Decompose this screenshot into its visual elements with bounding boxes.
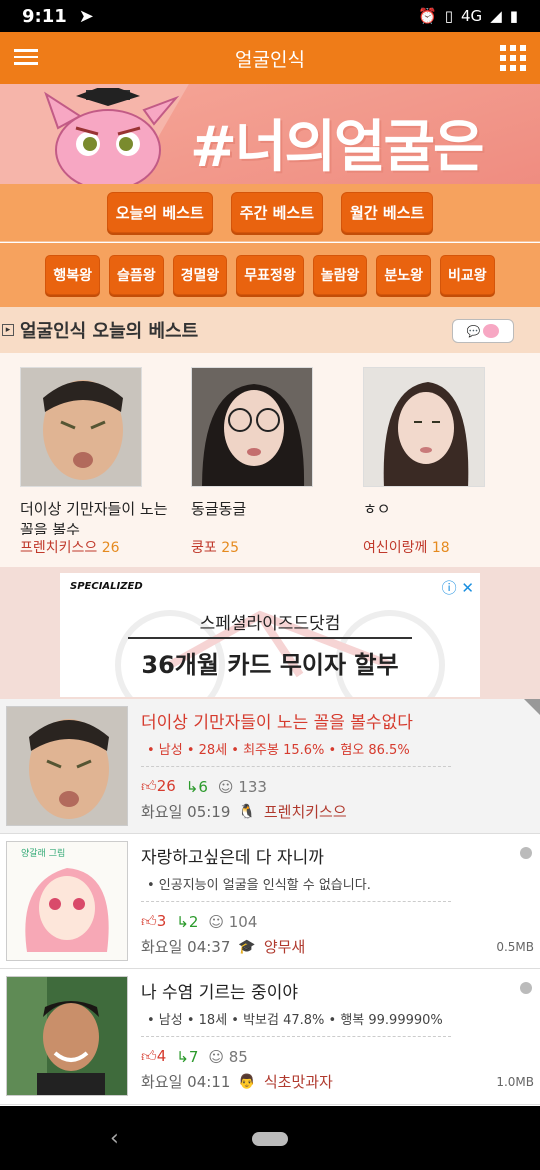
- speech-bubble-icon: 💬: [466, 324, 481, 338]
- send-icon: ➤: [78, 5, 94, 27]
- best-section-header: ▸ 얼굴인식 오늘의 베스트 💬: [0, 307, 540, 353]
- post-meta: 화요일 04:37 🎓 양무새: [141, 936, 305, 957]
- card-author: 프렌치키스으 26: [20, 540, 120, 556]
- status-bar: 9:11 ➤ ⏰ ▯ 4G ◢ ▮: [0, 0, 540, 32]
- list-item[interactable]: 나 수염 기르는 중이야 • 남성 • 18세 • 박보검 47.8% • 행복…: [0, 969, 540, 1105]
- grid-menu-icon[interactable]: [500, 45, 526, 71]
- menu-icon[interactable]: [14, 48, 38, 66]
- post-tags: • 남성 • 18세 • 박보검 47.8% • 행복 99.99990%: [141, 1003, 451, 1037]
- post-author[interactable]: 프렌치키스으: [264, 801, 347, 822]
- mascot-image: [44, 88, 180, 184]
- network-label: 4G: [461, 7, 483, 25]
- card-caption: 더이상 기만자들이 노는 꼴을 볼수: [20, 500, 168, 535]
- file-size: 1.0MB: [496, 1075, 534, 1089]
- author-avatar-icon: 🎓: [238, 938, 256, 955]
- ad-subtitle: 스페셜라이즈드닷컴: [199, 614, 341, 634]
- post-title[interactable]: 더이상 기만자들이 노는 꼴을 볼수없다: [141, 708, 413, 733]
- author-avatar-icon: 🐧: [238, 803, 256, 820]
- share-count[interactable]: ↳7: [176, 1048, 198, 1066]
- emotion-filter-row: 행복왕 슬픔왕 경멸왕 무표정왕 놀람왕 분노왕 비교왕: [0, 243, 540, 307]
- unread-dot-icon: [520, 847, 532, 859]
- post-stats: 👍︎26 ↳6 ☺ 133: [141, 777, 267, 796]
- ad-divider: [128, 637, 412, 639]
- today-best-button[interactable]: 오늘의 베스트: [106, 192, 213, 233]
- hero-banner: #너의얼굴은: [0, 84, 540, 184]
- app-bar: 얼굴인식: [0, 32, 540, 84]
- chat-button[interactable]: 💬: [452, 319, 514, 343]
- post-meta: 화요일 04:11 👨 식초맛과자: [141, 1071, 333, 1092]
- post-title[interactable]: 나 수염 기르는 중이야: [141, 978, 298, 1003]
- card-caption: 동글동글: [191, 500, 247, 518]
- best-card[interactable]: 동글동글 쿵포 25: [191, 367, 341, 557]
- surprise-button[interactable]: 놀람왕: [312, 255, 368, 295]
- card-caption: ㅎㅇ: [363, 500, 391, 518]
- card-author: 여신이랑께 18: [363, 540, 450, 556]
- mascot-icon: [483, 324, 500, 338]
- system-nav-bar: ‹: [0, 1106, 540, 1170]
- signal-icon: ◢: [490, 7, 502, 25]
- app-title: 얼굴인식: [235, 48, 305, 71]
- post-tags: • 남성 • 28세 • 최주봉 15.6% • 혐오 86.5%: [141, 733, 451, 767]
- card-author: 쿵포 25: [191, 540, 240, 556]
- anger-button[interactable]: 분노왕: [376, 255, 432, 295]
- face-photo[interactable]: [363, 367, 485, 487]
- view-count: ☺ 133: [217, 777, 267, 796]
- svg-text:양갈래 그림: 양갈래 그림: [21, 847, 65, 859]
- list-item[interactable]: 더이상 기만자들이 노는 꼴을 볼수없다 • 남성 • 28세 • 최주봉 15…: [0, 699, 540, 834]
- best-card[interactable]: ㅎㅇ 여신이랑께 18: [363, 367, 513, 557]
- best-cards-area: 더이상 기만자들이 노는 꼴을 볼수 프렌치키스으 26 동글동글 쿵포 25: [0, 353, 540, 567]
- happiness-button[interactable]: 행복왕: [45, 255, 100, 295]
- banner-title: #너의얼굴은: [190, 115, 485, 180]
- post-meta: 화요일 05:19 🐧 프렌치키스으: [141, 801, 347, 822]
- status-time: 9:11: [22, 5, 67, 27]
- compare-button[interactable]: 비교왕: [440, 255, 495, 295]
- back-icon[interactable]: ‹: [110, 1126, 119, 1151]
- post-time: 화요일 05:19: [141, 803, 231, 821]
- ad-info-icon[interactable]: ⓘ ✕: [442, 577, 474, 598]
- like-count[interactable]: 👍︎4: [141, 1047, 166, 1066]
- alarm-icon: ⏰: [418, 7, 437, 25]
- post-thumbnail[interactable]: [6, 706, 128, 826]
- arrow-right-icon: ▸: [2, 324, 14, 336]
- period-filter-row: 오늘의 베스트 주간 베스트 월간 베스트: [0, 184, 540, 242]
- contempt-button[interactable]: 경멸왕: [172, 255, 228, 295]
- best-card[interactable]: 더이상 기만자들이 노는 꼴을 볼수 프렌치키스으 26: [20, 367, 170, 557]
- post-time: 화요일 04:37: [141, 938, 231, 956]
- face-photo[interactable]: [191, 367, 313, 487]
- file-size: 0.5MB: [496, 940, 534, 954]
- view-count: ☺ 104: [208, 912, 258, 931]
- view-count: ☺ 85: [208, 1047, 248, 1066]
- post-author[interactable]: 식초맛과자: [264, 1071, 333, 1092]
- neutral-button[interactable]: 무표정왕: [236, 255, 304, 295]
- monthly-best-button[interactable]: 월간 베스트: [341, 192, 434, 233]
- corner-fold-icon: [524, 699, 540, 715]
- list-item[interactable]: 양갈래 그림 자랑하고싶은데 다 자니까 • 인공지능이 얼굴을 인식할 수 없…: [0, 834, 540, 969]
- face-photo[interactable]: [20, 367, 142, 487]
- weekly-best-button[interactable]: 주간 베스트: [230, 192, 324, 233]
- battery-icon: ▮: [509, 7, 518, 25]
- post-thumbnail[interactable]: [6, 976, 128, 1096]
- sadness-button[interactable]: 슬픔왕: [108, 255, 164, 295]
- ad-brand: SPECIALIZED: [70, 581, 143, 592]
- share-count[interactable]: ↳6: [186, 778, 208, 796]
- post-thumbnail[interactable]: 양갈래 그림: [6, 841, 128, 961]
- unread-dot-icon: [520, 982, 532, 994]
- author-avatar-icon: 👨: [238, 1073, 256, 1090]
- post-tags: • 인공지능이 얼굴을 인식할 수 없습니다.: [141, 868, 451, 902]
- like-count[interactable]: 👍︎3: [141, 912, 166, 931]
- ad-banner[interactable]: SPECIALIZED ⓘ ✕ 스페셜라이즈드닷컴 36개월 카드 무이자 할부: [0, 567, 540, 699]
- post-author[interactable]: 양무새: [264, 936, 305, 957]
- post-time: 화요일 04:11: [141, 1073, 231, 1091]
- post-title[interactable]: 자랑하고싶은데 다 자니까: [141, 843, 324, 868]
- post-stats: 👍︎4 ↳7 ☺ 85: [141, 1047, 248, 1066]
- home-pill-icon[interactable]: [252, 1132, 288, 1146]
- post-stats: 👍︎3 ↳2 ☺ 104: [141, 912, 257, 931]
- ad-headline: 36개월 카드 무이자 할부: [141, 651, 399, 679]
- bicycle-image: [115, 610, 445, 697]
- section-title: 얼굴인식 오늘의 베스트: [20, 321, 199, 342]
- like-count[interactable]: 👍︎26: [141, 777, 176, 796]
- share-count[interactable]: ↳2: [176, 913, 198, 931]
- vibrate-icon: ▯: [444, 7, 454, 25]
